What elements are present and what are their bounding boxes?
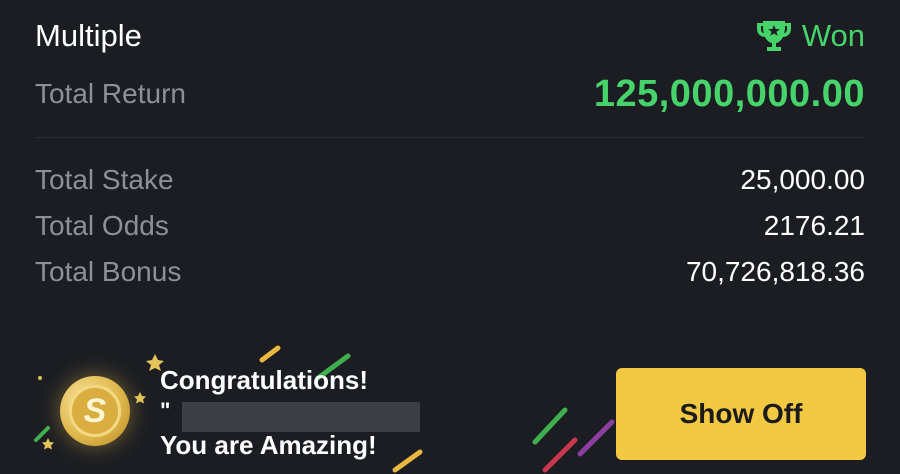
total-bonus-row: Total Bonus 70,726,818.36 xyxy=(35,250,865,294)
total-stake-label: Total Stake xyxy=(35,164,174,195)
total-stake-value: 25,000.00 xyxy=(740,164,865,195)
total-odds-value: 2176.21 xyxy=(763,210,865,241)
total-return-value: 125,000,000.00 xyxy=(593,72,865,115)
total-odds-label: Total Odds xyxy=(35,210,169,241)
bet-type-label: Multiple xyxy=(35,18,142,53)
congrats-message: You are Amazing! xyxy=(160,430,377,460)
divider xyxy=(35,137,865,138)
total-bonus-value: 70,726,818.36 xyxy=(685,256,865,287)
show-off-button[interactable]: Show Off xyxy=(616,368,866,460)
total-odds-row: Total Odds 2176.21 xyxy=(35,204,865,248)
status-label: Won xyxy=(801,18,865,53)
total-return-row: Total Return 125,000,000.00 xyxy=(35,70,865,118)
total-bonus-label: Total Bonus xyxy=(35,256,182,287)
bet-header: Multiple Won xyxy=(35,14,865,58)
quote-mark: " xyxy=(160,398,171,423)
total-stake-row: Total Stake 25,000.00 xyxy=(35,158,865,202)
coin-icon: S xyxy=(60,376,130,446)
trophy-icon xyxy=(756,21,791,51)
redacted-name xyxy=(182,402,420,432)
won-status: Won xyxy=(754,18,865,54)
congrats-title: Congratulations! xyxy=(160,365,368,395)
total-return-label: Total Return xyxy=(35,78,186,109)
